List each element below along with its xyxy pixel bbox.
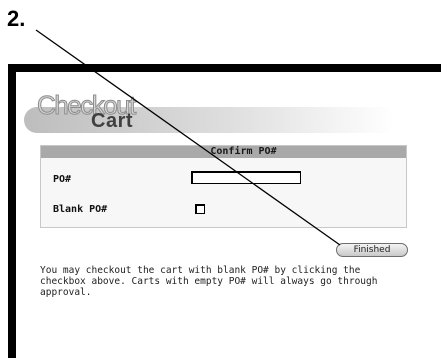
callout-line <box>35 29 341 246</box>
callout-line-icon <box>35 29 341 246</box>
